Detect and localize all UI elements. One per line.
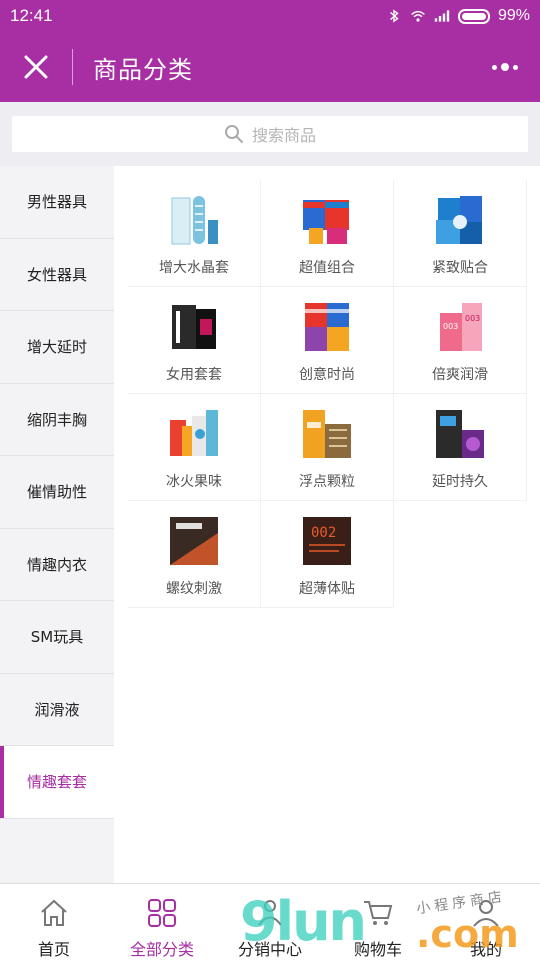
product-cell[interactable]: 冰火果味 [128,394,261,501]
grid-icon [148,899,176,927]
product-cell[interactable]: 浮点颗粒 [261,394,394,501]
sidebar-item-label: 催情助性 [26,483,87,502]
product-label: 女用套套 [166,367,222,383]
tab-cart[interactable]: 购物车 [324,884,432,960]
product-thumbnail: 003 003 [440,303,482,351]
battery-icon [457,8,490,24]
sidebar-item-label: 缩阴丰胸 [26,410,87,429]
sidebar-item-tighten-enhance[interactable]: 缩阴丰胸 [0,383,114,456]
sidebar-item-sm-toys[interactable]: SM玩具 [0,601,114,674]
sidebar-item-label: 男性器具 [26,193,87,212]
product-label: 创意时尚 [299,367,355,383]
product-cell[interactable]: 紧致贴合 [394,180,527,287]
product-label: 紧致贴合 [432,260,488,276]
status-time: 12:41 [10,6,53,25]
signal-icon [434,10,450,22]
tab-home[interactable]: 首页 [0,884,108,960]
tab-label: 分销中心 [237,940,302,959]
more-dot-icon [492,64,497,70]
search-bar: 搜索商品 [0,102,540,166]
category-sidebar: 男性器具 女性器具 增大延时 缩阴丰胸 催情助性 情趣内衣 SM玩具 润滑液 情… [0,166,114,883]
status-bar: 12:41 99% [0,0,540,32]
product-label: 超值组合 [299,260,355,276]
product-label: 浮点颗粒 [299,474,355,490]
svg-text:002: 002 [311,525,336,541]
battery-percent: 99% [497,7,530,24]
product-label: 螺纹刺激 [166,581,222,597]
product-cell[interactable]: 增大水晶套 [128,180,261,287]
bluetooth-icon [390,9,399,23]
more-button[interactable] [470,32,540,102]
product-cell[interactable]: 螺纹刺激 [128,501,261,608]
tab-label: 我的 [469,940,502,959]
header-divider [72,49,73,85]
status-icons: 99% [386,7,530,25]
tab-all-categories[interactable]: 全部分类 [108,884,216,960]
product-thumbnail [303,200,349,244]
search-icon [224,125,243,143]
product-label: 增大水晶套 [159,260,229,276]
title-bar: 商品分类 [0,32,540,102]
product-cell[interactable]: 002 超薄体贴 [261,501,394,608]
product-label: 延时持久 [432,474,488,490]
product-label: 倍爽润滑 [432,367,488,383]
sidebar-item-lubricant[interactable]: 润滑液 [0,673,114,746]
product-thumbnail [436,410,484,458]
close-button[interactable] [0,32,72,102]
product-thumbnail [170,517,218,565]
sidebar-item-label: SM玩具 [30,628,84,647]
product-cell[interactable]: 女用套套 [128,287,261,394]
search-input[interactable]: 搜索商品 [12,116,528,152]
product-thumbnail [172,305,216,349]
product-label: 冰火果味 [166,474,222,490]
page-title: 商品分类 [93,55,193,84]
sidebar-item-label: 女性器具 [26,265,87,284]
product-cell[interactable]: 延时持久 [394,394,527,501]
sidebar-item-condoms[interactable]: 情趣套套 [0,746,114,819]
sidebar-item-female-devices[interactable]: 女性器具 [0,238,114,311]
sidebar-item-label: 润滑液 [34,700,80,719]
user-icon [473,900,499,927]
sidebar-item-label: 情趣内衣 [26,555,87,574]
product-thumbnail [171,196,218,245]
search-placeholder: 搜索商品 [251,126,316,145]
product-cell[interactable]: 003 003 倍爽润滑 [394,287,527,394]
tab-mine[interactable]: 我的 [432,884,540,960]
home-icon [41,899,67,926]
product-cell[interactable]: 创意时尚 [261,287,394,394]
tab-distribution-center[interactable]: 分销中心 [216,884,324,960]
product-thumbnail [303,410,351,458]
product-grid: 增大水晶套 超值组合 紧致贴合 女用套套 创意时尚 003 003 倍爽润滑 冰火… [128,180,540,608]
product-thumbnail: 002 [303,517,351,565]
product-thumbnail [170,410,218,456]
tab-label: 全部分类 [129,940,194,959]
sidebar-item-label: 情趣套套 [26,773,87,792]
tab-label: 首页 [37,940,70,959]
svg-text:003: 003 [443,322,458,331]
product-cell[interactable]: 超值组合 [261,180,394,287]
tab-label: 购物车 [353,940,402,959]
sidebar-item-stimulants[interactable]: 催情助性 [0,456,114,529]
svg-text:003: 003 [465,314,480,323]
more-dot-icon [501,63,509,71]
close-icon [24,55,48,79]
sidebar-item-label: 增大延时 [26,338,87,357]
more-dot-icon [513,64,518,70]
distribution-icon [258,900,282,926]
sidebar-item-lingerie[interactable]: 情趣内衣 [0,528,114,601]
cart-icon [364,901,393,925]
sidebar-item-enlarge-delay[interactable]: 增大延时 [0,311,114,384]
product-thumbnail [305,303,349,351]
product-label: 超薄体贴 [299,581,355,597]
product-grid-panel: 增大水晶套 超值组合 紧致贴合 女用套套 创意时尚 003 003 倍爽润滑 冰火… [114,166,540,883]
bottom-tab-bar: 首页 全部分类 分销中心 购物车 我的 [0,883,540,960]
product-thumbnail [436,196,482,244]
sidebar-item-male-devices[interactable]: 男性器具 [0,166,114,239]
wifi-icon [411,10,425,22]
